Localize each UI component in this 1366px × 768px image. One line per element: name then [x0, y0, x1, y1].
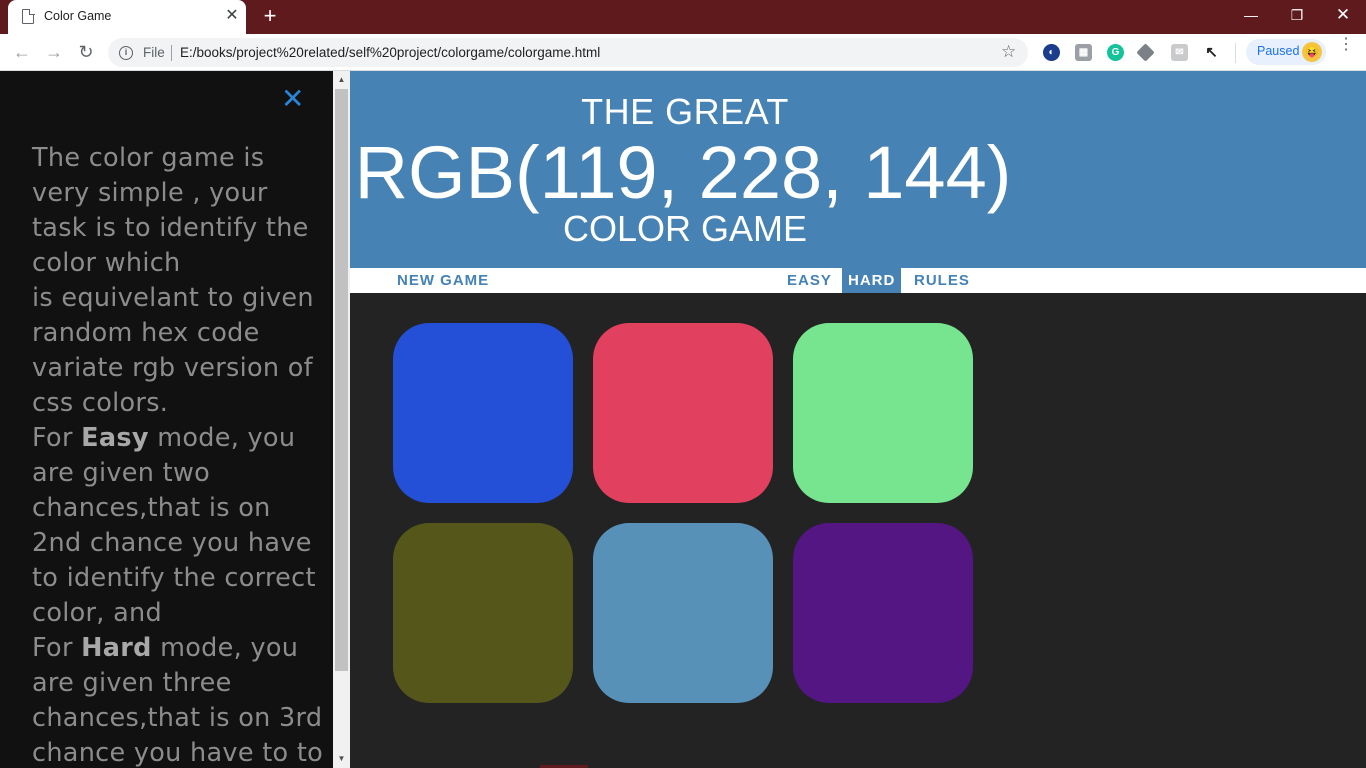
file-scheme-label: File [143, 45, 165, 60]
reload-button[interactable]: ↻ [74, 40, 98, 64]
browser-titlebar: Color Game ✕ + — ❐ ✕ [0, 0, 1366, 34]
profile-button[interactable]: Paused 😝 [1246, 39, 1326, 65]
cursor-icon[interactable]: ↖ [1203, 44, 1220, 61]
gamepad-icon[interactable]: ▦ [1075, 44, 1092, 61]
sidebar-scrollbar[interactable]: ▲ ▼ [333, 71, 350, 768]
tab-close-icon[interactable]: ✕ [223, 7, 241, 25]
toolbar-separator [1235, 43, 1236, 63]
page-icon [22, 8, 35, 24]
tab-title: Color Game [44, 9, 112, 23]
back-button[interactable]: ← [10, 40, 34, 64]
color-square[interactable] [593, 323, 773, 503]
sidebar-close-icon[interactable]: ✕ [281, 85, 304, 113]
color-square[interactable] [393, 323, 573, 503]
rules-paragraph-1: The color game is very simple , your tas… [32, 143, 309, 278]
easy-mode-button[interactable]: EASY [781, 268, 838, 293]
rules-text: The color game is very simple , your tas… [32, 141, 327, 768]
omnibox-separator [171, 45, 172, 61]
browser-menu-icon[interactable]: ⋮ [1338, 37, 1354, 53]
easy-rule-text: mode, you are given two chances,that is … [32, 423, 316, 628]
new-tab-button[interactable]: + [258, 4, 282, 28]
hard-rule-prefix: For [32, 633, 82, 663]
color-square[interactable] [393, 523, 573, 703]
scroll-thumb[interactable] [335, 89, 348, 671]
profile-status: Paused [1257, 44, 1300, 58]
rules-button[interactable]: RULES [908, 268, 976, 293]
scroll-down-arrow-icon[interactable]: ▼ [333, 752, 350, 766]
grammarly-icon[interactable]: G [1107, 44, 1124, 61]
color-square[interactable] [793, 323, 973, 503]
browser-tab[interactable]: Color Game ✕ [8, 0, 246, 34]
new-game-button[interactable]: NEW GAME [391, 268, 495, 293]
maximize-button[interactable]: ❐ [1274, 0, 1320, 30]
easy-rule-prefix: For [32, 423, 82, 453]
address-bar[interactable]: i File E:/books/project%20related/self%2… [108, 38, 1028, 67]
edge-icon[interactable]: ◐ [1043, 44, 1060, 61]
color-square[interactable] [793, 523, 973, 703]
avatar: 😝 [1302, 42, 1322, 62]
page-viewport: THE GREAT RGB(119, 228, 144) COLOR GAME … [0, 71, 1366, 768]
rules-sidebar: ✕ The color game is very simple , your t… [0, 71, 333, 768]
window-close-button[interactable]: ✕ [1320, 0, 1366, 30]
url-text[interactable]: E:/books/project%20related/self%20projec… [180, 45, 600, 60]
bookmark-star-icon[interactable]: ☆ [1001, 42, 1016, 62]
color-square[interactable] [593, 523, 773, 703]
easy-rule-label: Easy [81, 423, 149, 453]
minimize-button[interactable]: — [1228, 0, 1274, 30]
scroll-up-arrow-icon[interactable]: ▲ [333, 73, 350, 87]
rules-paragraph-2: is equivelant to given random hex code v… [32, 283, 314, 418]
inbox-icon[interactable]: ✉ [1171, 44, 1188, 61]
info-icon[interactable]: i [119, 46, 133, 60]
forward-button[interactable]: → [42, 40, 66, 64]
browser-toolbar: ← → ↻ i File E:/books/project%20related/… [0, 34, 1366, 71]
hard-mode-button[interactable]: HARD [842, 268, 902, 293]
hard-rule-label: Hard [81, 633, 152, 663]
